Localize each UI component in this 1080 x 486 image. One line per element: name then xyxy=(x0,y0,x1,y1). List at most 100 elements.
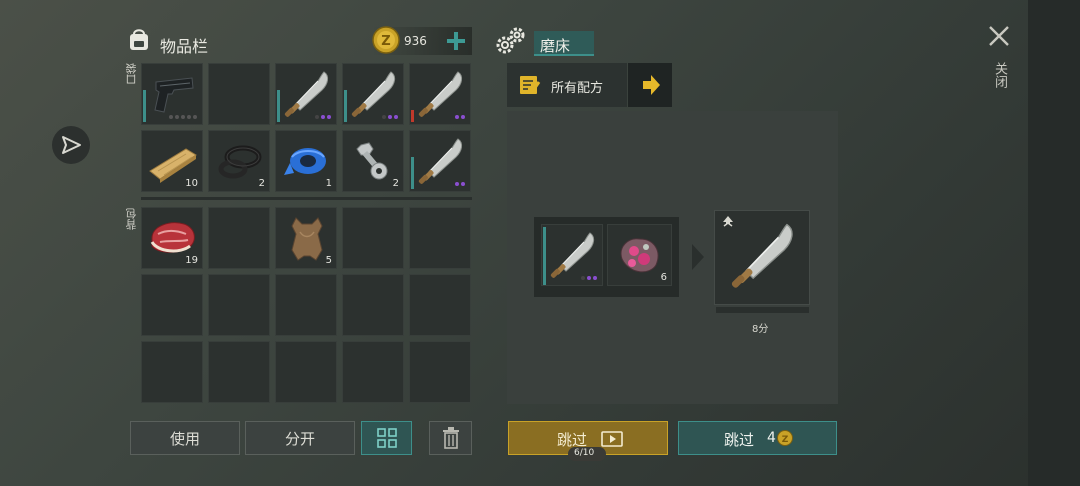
rarity-dot xyxy=(193,115,197,119)
rarity-dot xyxy=(394,115,398,119)
add-coins-button[interactable] xyxy=(446,31,466,51)
inventory-slot[interactable] xyxy=(275,341,337,403)
inventory-slot[interactable] xyxy=(409,63,471,125)
inventory-slot[interactable]: 2 xyxy=(208,130,270,192)
ingredient-slot[interactable]: 6 xyxy=(607,224,672,286)
inventory-slot[interactable] xyxy=(409,207,471,269)
inventory-slot[interactable] xyxy=(208,341,270,403)
ingredient-count: 6 xyxy=(660,272,667,283)
rarity-dots xyxy=(169,115,197,119)
inventory-slot[interactable] xyxy=(342,207,404,269)
recipes-arrow-button[interactable] xyxy=(628,63,672,107)
craft-time: 8分 xyxy=(752,324,769,335)
item-count: 2 xyxy=(258,178,265,189)
rarity-dots xyxy=(455,115,465,119)
inventory-slot[interactable]: 10 xyxy=(141,130,203,192)
coin-icon: Z xyxy=(777,430,793,446)
rarity-dot xyxy=(315,115,319,119)
ore-icon xyxy=(612,229,666,283)
trash-icon xyxy=(442,427,459,449)
trash-button[interactable] xyxy=(429,421,472,455)
skip-coin-cost: 4 xyxy=(767,430,776,446)
rarity-dot xyxy=(382,115,386,119)
send-arrow-icon xyxy=(62,136,81,154)
rarity-dots xyxy=(315,115,331,119)
machete-icon xyxy=(546,229,600,283)
item-count: 1 xyxy=(325,178,332,189)
right-edge-panel xyxy=(1028,0,1080,486)
craft-arrow-icon xyxy=(692,244,704,270)
navigate-button[interactable] xyxy=(52,126,90,164)
rarity-dot xyxy=(169,115,173,119)
rarity-dots xyxy=(455,182,465,186)
recipes-label: 所有配方 xyxy=(551,81,604,96)
rarity-dot xyxy=(461,182,465,186)
inventory-slot[interactable] xyxy=(342,63,404,125)
coin-count: 936 xyxy=(404,34,427,48)
inventory-slot[interactable]: 1 xyxy=(275,130,337,192)
rarity-dot xyxy=(455,182,459,186)
inventory-slot[interactable]: 5 xyxy=(275,207,337,269)
rarity-dot xyxy=(175,115,179,119)
video-progress-badge: 6/10 xyxy=(568,447,606,461)
gears-icon xyxy=(496,27,525,54)
inventory-slot[interactable] xyxy=(342,274,404,336)
rarity-dot xyxy=(181,115,185,119)
item-count: 5 xyxy=(325,255,332,266)
arrow-right-icon xyxy=(643,75,660,95)
station-name: 磨床 xyxy=(540,37,571,55)
inventory-slot[interactable] xyxy=(208,63,270,125)
sort-button[interactable] xyxy=(361,421,412,455)
backpack-icon xyxy=(130,29,148,50)
coin-icon: Z xyxy=(372,26,400,54)
result-progress-bar xyxy=(716,307,809,313)
item-count: 10 xyxy=(185,178,198,189)
rarity-dot xyxy=(327,115,331,119)
backpack-label: 背包 xyxy=(125,208,138,230)
result-slot[interactable] xyxy=(714,210,810,305)
section-divider xyxy=(141,197,472,200)
rarity-dots xyxy=(382,115,398,119)
inventory-slot[interactable] xyxy=(409,130,471,192)
svg-text:Z: Z xyxy=(381,34,390,49)
skip-coin-label: 跳过 xyxy=(724,431,755,449)
inventory-slot[interactable] xyxy=(342,341,404,403)
inventory-slot[interactable] xyxy=(275,63,337,125)
inventory-slot[interactable] xyxy=(141,63,203,125)
rarity-dot xyxy=(187,115,191,119)
pistol-icon xyxy=(146,68,200,122)
inventory-title: 物品栏 xyxy=(160,37,209,56)
ingredient-slot[interactable] xyxy=(541,224,603,286)
rarity-dot xyxy=(388,115,392,119)
pocket-label: 口袋 xyxy=(125,63,138,85)
video-play-icon xyxy=(601,431,623,447)
use-button[interactable]: 使用 xyxy=(130,421,240,455)
inventory-slot[interactable] xyxy=(141,341,203,403)
recipe-note-icon xyxy=(520,76,541,94)
machete-icon xyxy=(280,68,334,122)
inventory-slot[interactable] xyxy=(141,274,203,336)
machete-icon xyxy=(414,135,468,189)
rarity-dots xyxy=(581,276,597,280)
station-name-tag: 磨床 xyxy=(534,31,594,56)
inventory-slot[interactable] xyxy=(275,274,337,336)
grid-sort-icon xyxy=(376,428,397,448)
machete-icon xyxy=(725,219,801,295)
rarity-dot xyxy=(455,115,459,119)
inventory-slot[interactable] xyxy=(409,341,471,403)
rarity-dot xyxy=(321,115,325,119)
inventory-slot[interactable]: 2 xyxy=(342,130,404,192)
close-label[interactable]: 关闭 xyxy=(990,62,1009,88)
close-icon[interactable] xyxy=(987,24,1011,48)
inventory-slot[interactable] xyxy=(208,207,270,269)
machete-icon xyxy=(414,68,468,122)
inventory-slot[interactable] xyxy=(208,274,270,336)
inventory-slot[interactable] xyxy=(409,274,471,336)
inventory-slot[interactable]: 19 xyxy=(141,207,203,269)
video-progress: 6/10 xyxy=(574,448,595,458)
machete-icon xyxy=(347,68,401,122)
skip-coin-button[interactable]: 跳过 4 Z xyxy=(678,421,837,455)
split-button[interactable]: 分开 xyxy=(245,421,355,455)
rarity-dot xyxy=(461,115,465,119)
recipes-tab[interactable]: 所有配方 xyxy=(507,63,627,107)
